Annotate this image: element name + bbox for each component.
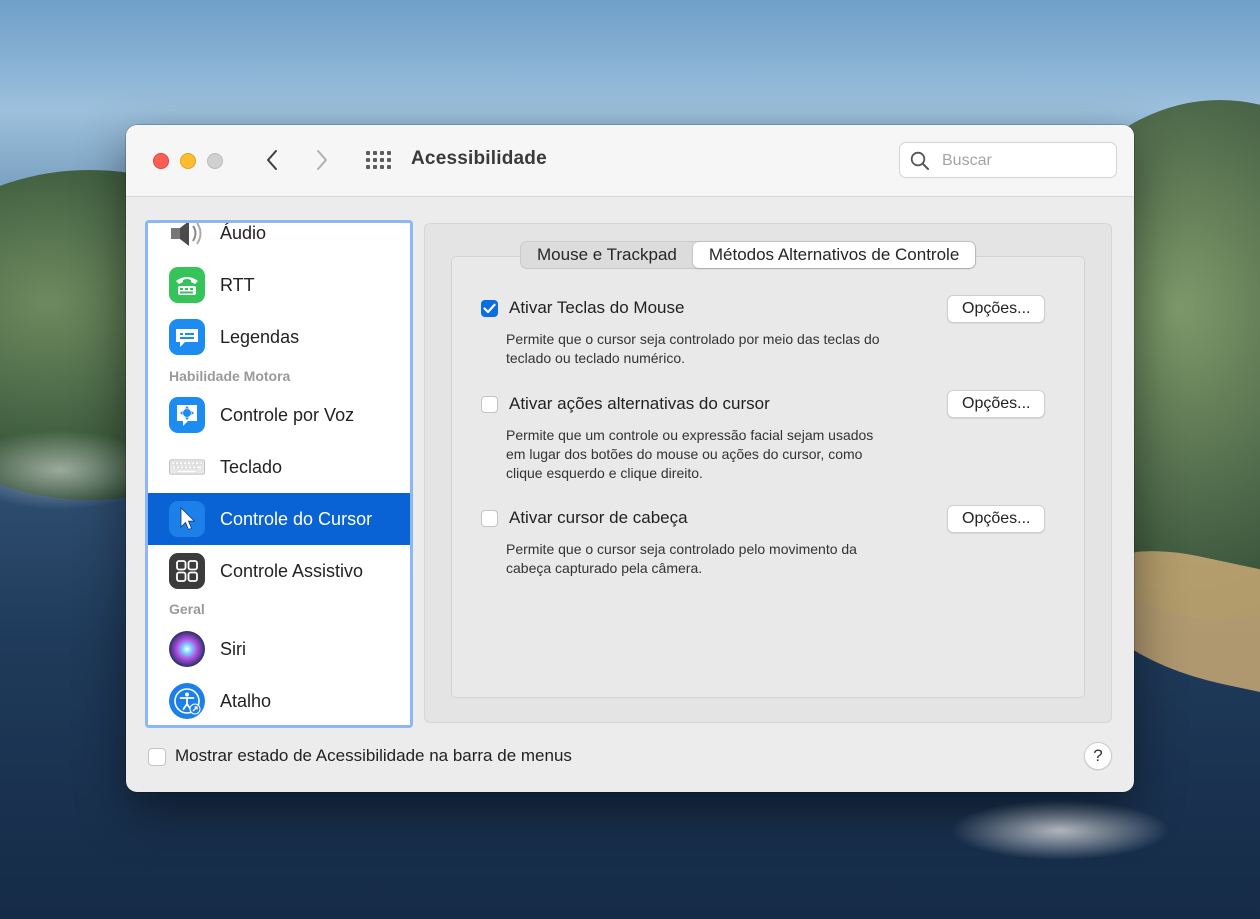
switch-control-icon	[169, 553, 205, 589]
sidebar-item-label: Controle por Voz	[220, 404, 355, 425]
preferences-window: Acessibilidade Áudio	[126, 125, 1134, 792]
speaker-icon	[169, 223, 205, 251]
alternate-pointer-actions-description: Permite que um controle ou expressão fac…	[506, 427, 874, 481]
tab-control: Mouse e Trackpad Métodos Alternativos de…	[520, 241, 977, 269]
title-bar: Acessibilidade	[126, 125, 1134, 197]
section-header-general: Geral	[169, 601, 205, 617]
mouse-keys-options-button[interactable]: Opções...	[947, 295, 1046, 323]
sidebar-item-pointer-control[interactable]: Controle do Cursor	[148, 493, 410, 545]
show-all-grid-icon[interactable]	[366, 151, 391, 169]
section-header-motor: Habilidade Motora	[169, 368, 291, 384]
chevron-right-icon	[317, 150, 327, 170]
sidebar-item-siri[interactable]: Siri	[148, 623, 410, 675]
mouse-keys-description: Permite que o cursor seja controlado por…	[506, 331, 880, 366]
search-field[interactable]	[899, 142, 1117, 178]
sidebar-item-captions[interactable]: Legendas	[148, 311, 410, 363]
close-window-button[interactable]	[153, 153, 169, 169]
sidebar-item-voice-control[interactable]: Controle por Voz	[148, 389, 410, 441]
head-pointer-label: Ativar cursor de cabeça	[509, 508, 688, 527]
accessibility-shortcut-icon	[169, 683, 205, 719]
sidebar-item-label: Atalho	[220, 690, 272, 711]
back-button[interactable]	[260, 147, 284, 173]
menu-bar-status-checkbox[interactable]	[148, 748, 166, 766]
sidebar-item-label: Legendas	[220, 326, 300, 347]
sidebar-item-shortcut[interactable]: Atalho	[148, 675, 410, 725]
tab-mouse-trackpad[interactable]: Mouse e Trackpad	[521, 242, 693, 268]
alternate-pointer-actions-label: Ativar ações alternativas do cursor	[509, 394, 770, 413]
head-pointer-options-button[interactable]: Opções...	[947, 505, 1046, 533]
keyboard-icon	[169, 449, 205, 485]
sidebar-item-keyboard[interactable]: Teclado	[148, 441, 410, 493]
chevron-left-icon	[267, 150, 277, 170]
window-title: Acessibilidade	[411, 148, 547, 169]
menu-bar-status-label: Mostrar estado de Acessibilidade na barr…	[175, 746, 572, 765]
sidebar-item-label: Teclado	[220, 456, 283, 477]
zoom-window-button[interactable]	[207, 153, 223, 169]
checkmark-icon	[483, 303, 496, 314]
sidebar-item-label: Controle Assistivo	[220, 560, 364, 581]
minimize-window-button[interactable]	[180, 153, 196, 169]
sidebar-item-switch-control[interactable]: Controle Assistivo	[148, 545, 410, 597]
tab-alternative-control-methods[interactable]: Métodos Alternativos de Controle	[692, 242, 976, 268]
sidebar-item-label: Áudio	[220, 222, 267, 243]
search-icon	[910, 151, 929, 170]
mouse-keys-label: Ativar Teclas do Mouse	[509, 298, 685, 317]
search-input[interactable]	[940, 149, 1109, 173]
captions-icon	[169, 319, 205, 355]
pointer-icon	[169, 501, 205, 537]
sidebar-item-label: Siri	[220, 638, 246, 659]
sidebar-item-label: RTT	[220, 274, 255, 295]
siri-icon	[169, 631, 205, 667]
sidebar-item-label: Controle do Cursor	[220, 508, 373, 529]
sidebar-item-rtt[interactable]: RTT	[148, 259, 410, 311]
help-button[interactable]: ?	[1084, 742, 1112, 770]
head-pointer-checkbox[interactable]	[481, 510, 498, 527]
sidebar-list[interactable]: Áudio RTT Legendas Habilidade Motora Con…	[145, 220, 413, 728]
sidebar-item-audio[interactable]: Áudio	[148, 222, 410, 259]
tty-phone-icon	[169, 267, 205, 303]
alternate-pointer-actions-options-button[interactable]: Opções...	[947, 390, 1046, 418]
head-pointer-description: Permite que o cursor seja controlado pel…	[506, 541, 857, 576]
forward-button[interactable]	[310, 147, 334, 173]
voice-control-icon	[169, 397, 205, 433]
mouse-keys-checkbox[interactable]	[481, 300, 498, 317]
alternate-pointer-actions-checkbox[interactable]	[481, 396, 498, 413]
